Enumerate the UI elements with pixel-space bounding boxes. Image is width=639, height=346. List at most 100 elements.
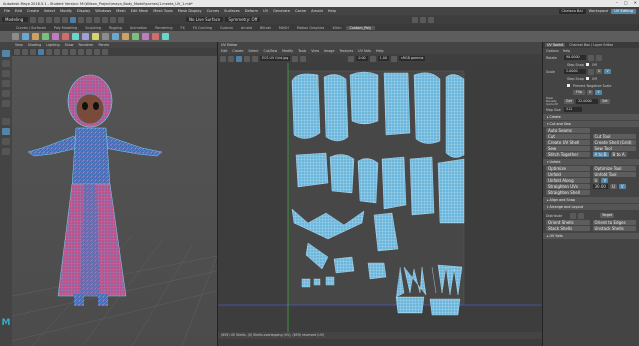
- menu-mesh-tools[interactable]: Mesh Tools: [153, 9, 172, 13]
- uv-checker-icon[interactable]: [236, 55, 242, 62]
- menu-edit-mesh[interactable]: Edit Mesh: [131, 9, 149, 13]
- shelf-cylinder-icon[interactable]: [32, 33, 39, 40]
- shelf-history-icon[interactable]: [142, 33, 149, 40]
- snap-point-icon[interactable]: [110, 16, 116, 23]
- sew-tool-button[interactable]: Sew Tool: [592, 146, 636, 151]
- shelf-extrude-icon[interactable]: [72, 33, 79, 40]
- shelf-torus-icon[interactable]: [52, 33, 59, 40]
- shelf-mirror-icon[interactable]: [132, 33, 139, 40]
- two-pane-layout-icon[interactable]: [2, 128, 10, 135]
- vp-menu-shading[interactable]: Shading: [28, 43, 41, 47]
- shelf-tab[interactable]: Sculpting: [81, 26, 105, 30]
- uv-menu-create[interactable]: Create: [232, 49, 243, 53]
- shadows-icon[interactable]: [62, 49, 68, 55]
- menu-edit[interactable]: Edit: [15, 9, 22, 13]
- shelf-tab[interactable]: MASH: [275, 26, 293, 30]
- shelf-tab[interactable]: Rigging: [105, 26, 126, 30]
- shelf-bridge-icon[interactable]: [92, 33, 99, 40]
- paint-select-icon[interactable]: [2, 70, 10, 77]
- auto-seams-button[interactable]: Auto Seams: [546, 128, 590, 133]
- uv-isolate-icon[interactable]: [220, 55, 226, 62]
- shelf-plane-icon[interactable]: [42, 33, 49, 40]
- vp-menu-lighting[interactable]: Lighting: [46, 43, 59, 47]
- shelf-pivot-icon[interactable]: [162, 33, 169, 40]
- orient-to-edges-button[interactable]: Orient to Edges: [592, 220, 636, 225]
- uv-menu-tools[interactable]: Tools: [298, 49, 306, 53]
- orient-shells-button[interactable]: Orient Shells: [546, 220, 590, 225]
- cut-button[interactable]: Cut: [546, 134, 590, 139]
- menu-display[interactable]: Display: [77, 9, 90, 13]
- stack-shells-button[interactable]: Stack Shells: [546, 226, 590, 231]
- shelf-tab[interactable]: Custom: [216, 26, 237, 30]
- shelf-multicut-icon[interactable]: [112, 33, 119, 40]
- symmetry-dropdown[interactable]: Symmetry: Off: [225, 17, 261, 22]
- straighten-uvs-button[interactable]: Straighten UVs: [546, 184, 590, 189]
- menu-windows[interactable]: Windows: [95, 9, 111, 13]
- image-display-icon[interactable]: [292, 55, 299, 62]
- gamma-field[interactable]: 1.00: [377, 56, 389, 61]
- uv-grid-icon[interactable]: [228, 55, 234, 62]
- image-filter-icon[interactable]: [300, 55, 307, 62]
- tab-channel-box[interactable]: Channel Box / Layer Editor: [567, 43, 615, 47]
- unfold-tool-button[interactable]: Unfold Tool: [592, 172, 636, 177]
- texel-get-button[interactable]: Get: [564, 98, 574, 104]
- unfold-along-v-button[interactable]: V: [601, 178, 609, 183]
- uv-distortion-icon[interactable]: [252, 55, 258, 62]
- ipr-icon[interactable]: [420, 16, 427, 23]
- tab-uv-toolkit[interactable]: UV Toolkit: [545, 43, 566, 47]
- unfold-along-button[interactable]: Unfold Along: [546, 178, 590, 183]
- open-scene-icon[interactable]: [38, 16, 44, 23]
- uv-menu-image[interactable]: Image: [324, 49, 334, 53]
- a-to-b-button[interactable]: A to B: [592, 152, 609, 157]
- rotate-ccw-icon[interactable]: [588, 54, 594, 61]
- hud-icon[interactable]: [102, 49, 108, 55]
- uv-menu-view[interactable]: View: [311, 49, 319, 53]
- workspace-dropdown[interactable]: UV Editing: [611, 8, 636, 14]
- scale-down-icon[interactable]: [588, 68, 594, 75]
- unfold-button[interactable]: Unfold: [546, 172, 590, 177]
- gamma-icon[interactable]: [369, 55, 376, 62]
- shelf-cube-icon[interactable]: [12, 33, 19, 40]
- shelf-tab[interactable]: FX: [177, 26, 189, 30]
- select-component-icon[interactable]: [86, 16, 92, 23]
- menu-generate[interactable]: Generate: [273, 9, 290, 13]
- section-uv-sets[interactable]: UV Sets: [543, 233, 639, 239]
- menu-deform[interactable]: Deform: [245, 9, 258, 13]
- shelf-bevel-icon[interactable]: [82, 33, 89, 40]
- uv-menu-help[interactable]: Help: [376, 49, 384, 53]
- uv-menu-edit[interactable]: Edit: [221, 49, 227, 53]
- uv-menu-textures[interactable]: Textures: [339, 49, 353, 53]
- menu-mesh[interactable]: Mesh: [116, 9, 125, 13]
- straighten-v-button[interactable]: V: [618, 184, 626, 189]
- four-pane-layout-icon[interactable]: [2, 138, 10, 145]
- unfold-along-u-button[interactable]: U: [592, 178, 600, 183]
- shelf-sphere-icon[interactable]: [22, 33, 29, 40]
- move-tool-icon[interactable]: [2, 80, 10, 87]
- section-create[interactable]: Create: [543, 114, 639, 120]
- xray-icon[interactable]: [78, 49, 84, 55]
- scale-u-button[interactable]: U: [596, 69, 603, 74]
- undo-icon[interactable]: [54, 16, 60, 23]
- shelf-smooth-icon[interactable]: [122, 33, 129, 40]
- rotate-cw-icon[interactable]: [596, 54, 602, 61]
- snap-view-icon[interactable]: [118, 16, 124, 23]
- shelf-tab[interactable]: Curves / Surfaces: [12, 26, 50, 30]
- texel-density-field[interactable]: 32.0000: [576, 98, 598, 104]
- prevent-negative-scale-checkbox[interactable]: [567, 84, 570, 87]
- shelf-tab[interactable]: Motion Graphics: [293, 26, 329, 30]
- optimize-button[interactable]: Optimize: [546, 166, 590, 171]
- close-icon[interactable]: ✕: [634, 0, 637, 5]
- vp-menu-view[interactable]: View: [15, 43, 23, 47]
- uv-shaded-icon[interactable]: [244, 55, 250, 62]
- select-object-icon[interactable]: [78, 16, 84, 23]
- menu-modify[interactable]: Modify: [60, 9, 72, 13]
- shelf-tab[interactable]: Animation: [126, 26, 151, 30]
- lasso-tool-icon[interactable]: [2, 60, 10, 67]
- outliner-layout-icon[interactable]: [2, 148, 10, 155]
- menu-uv[interactable]: UV: [263, 9, 268, 13]
- view-transform-icon[interactable]: [391, 55, 397, 62]
- uv-menu-cut-sew[interactable]: Cut/Sew: [264, 49, 278, 53]
- menuset-dropdown[interactable]: Modeling: [2, 17, 28, 22]
- shelf-tab[interactable]: Arnold: [237, 26, 256, 30]
- flip-v-button[interactable]: V: [595, 90, 602, 95]
